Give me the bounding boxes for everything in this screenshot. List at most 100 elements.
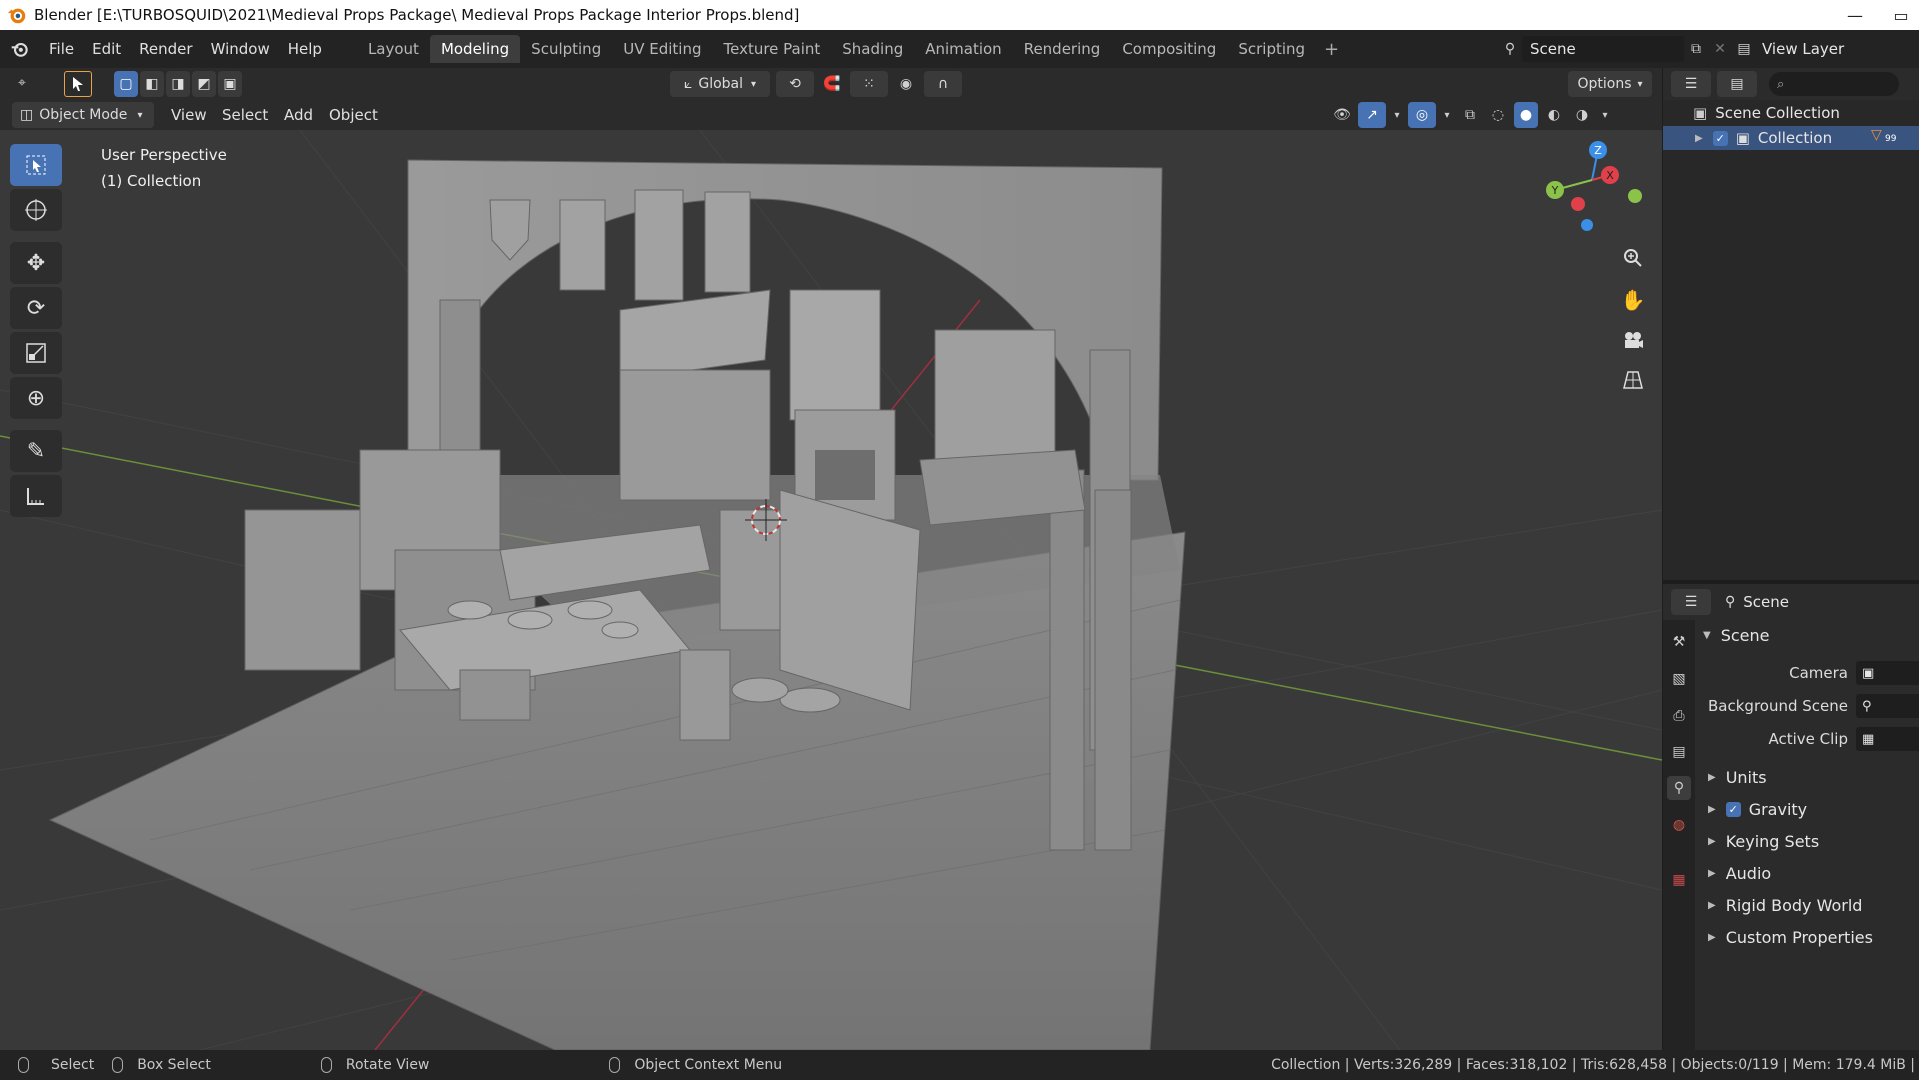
properties-editor-type-icon[interactable]: ☰ (1671, 589, 1711, 615)
scene-tab-icon[interactable]: ⚲ (1667, 776, 1691, 800)
chevron-down-icon[interactable]: ▾ (1598, 103, 1612, 127)
delete-scene-icon[interactable]: ✕ (1708, 37, 1732, 61)
chevron-down-icon[interactable]: ▾ (1390, 103, 1404, 127)
select-new-icon[interactable]: ▢ (114, 71, 138, 97)
zoom-icon[interactable] (1615, 240, 1651, 276)
pan-hand-icon[interactable]: ✋ (1615, 282, 1651, 318)
menu-help[interactable]: Help (279, 36, 331, 62)
select-intersect-icon[interactable]: ▣ (218, 71, 242, 97)
active-tool-icon[interactable] (64, 71, 92, 97)
view-layer-tab-icon[interactable]: ▤ (1667, 740, 1691, 764)
world-tab-icon[interactable]: ◍ (1667, 813, 1691, 837)
filter-funnel-icon[interactable]: ▽ (1871, 127, 1882, 143)
measure-tool-icon[interactable] (10, 475, 62, 517)
expand-triangle-icon[interactable]: ▶ (1695, 133, 1703, 144)
gizmo-toggle-icon[interactable]: ↗ (1358, 102, 1386, 128)
tab-rendering[interactable]: Rendering (1013, 35, 1112, 63)
select-box-tool-icon[interactable] (10, 144, 62, 186)
maximize-button[interactable]: ▭ (1878, 0, 1919, 30)
select-extend-icon[interactable]: ◧ (140, 71, 164, 97)
pivot-point-dropdown[interactable]: ⟲ (776, 71, 814, 97)
rendered-shading-icon[interactable]: ◑ (1570, 103, 1594, 127)
minimize-button[interactable]: — (1832, 0, 1878, 30)
panel-gravity[interactable]: ▶ ✓ Gravity (1708, 800, 1807, 819)
scale-tool-icon[interactable] (10, 332, 62, 374)
scene-selector-icon[interactable]: ⚲ (1498, 37, 1522, 61)
tab-animation[interactable]: Animation (914, 35, 1012, 63)
select-invert-icon[interactable]: ◩ (192, 71, 216, 97)
tab-scripting[interactable]: Scripting (1227, 35, 1316, 63)
camera-field[interactable]: ▣ (1856, 661, 1919, 685)
collection-row[interactable]: ▶ ✓ ▣ Collection ▽ 99 (1663, 126, 1919, 150)
snap-target-dropdown[interactable]: ⁙ (850, 71, 888, 97)
menu-view[interactable]: View (162, 102, 216, 128)
render-tab-icon[interactable]: ▧ (1667, 667, 1691, 691)
scene-collection-row[interactable]: ▣ Scene Collection (1693, 104, 1840, 122)
snap-toggle-icon[interactable]: 🧲 (820, 72, 844, 96)
scene-name-field[interactable]: Scene (1522, 36, 1684, 62)
blender-menu-icon[interactable] (0, 39, 40, 59)
3d-viewport[interactable]: User Perspective (1) Collection Z X Y ✋ (0, 130, 1662, 1050)
menu-window[interactable]: Window (202, 36, 279, 62)
tab-shading[interactable]: Shading (831, 35, 914, 63)
view-layer-icon[interactable]: ▤ (1732, 37, 1756, 61)
tab-sculpting[interactable]: Sculpting (520, 35, 612, 63)
gravity-checkbox[interactable]: ✓ (1725, 802, 1741, 817)
camera-view-icon[interactable] (1615, 322, 1651, 358)
collection-label: (1) Collection (101, 172, 202, 190)
panel-keying-sets[interactable]: ▶ Keying Sets (1708, 832, 1819, 851)
menu-select[interactable]: Select (213, 102, 277, 128)
collection-include-checkbox[interactable]: ✓ (1712, 130, 1728, 146)
visibility-icon[interactable]: 👁 (1330, 103, 1354, 127)
scene-section-header[interactable]: ▼ Scene (1703, 626, 1769, 645)
tab-texture-paint[interactable]: Texture Paint (712, 35, 831, 63)
editor-type-icon[interactable]: ⌖ (10, 71, 34, 95)
solid-shading-icon[interactable]: ● (1514, 102, 1538, 128)
rotate-tool-icon[interactable]: ⟳ (10, 287, 62, 329)
texture-tab-icon[interactable]: ▦ (1667, 868, 1691, 892)
panel-audio[interactable]: ▶ Audio (1708, 864, 1771, 883)
proportional-edit-icon[interactable]: ◉ (894, 72, 918, 96)
transform-tool-icon[interactable]: ⊕ (10, 377, 62, 419)
annotate-tool-icon[interactable]: ✎ (10, 430, 62, 472)
menu-file[interactable]: File (40, 36, 83, 62)
output-tab-icon[interactable]: ⎙ (1667, 704, 1691, 728)
panel-units[interactable]: ▶ Units (1708, 768, 1767, 787)
perspective-toggle-icon[interactable] (1615, 362, 1651, 398)
mode-dropdown[interactable]: ◫ Object Mode ▾ (12, 102, 154, 128)
tab-layout[interactable]: Layout (357, 35, 430, 63)
material-shading-icon[interactable]: ◐ (1542, 103, 1566, 127)
svg-text:X: X (1606, 169, 1614, 182)
panel-rigid-body-world[interactable]: ▶ Rigid Body World (1708, 896, 1862, 915)
select-subtract-icon[interactable]: ◨ (166, 71, 190, 97)
options-dropdown[interactable]: Options ▾ (1568, 71, 1652, 97)
cursor-tool-icon[interactable] (10, 189, 62, 231)
background-scene-field[interactable]: ⚲ (1856, 694, 1919, 718)
display-mode-icon[interactable]: ▤ (1717, 71, 1757, 97)
outliner-search-input[interactable]: ⌕ (1769, 72, 1899, 96)
tab-modeling[interactable]: Modeling (429, 35, 521, 63)
navigation-gizmo[interactable]: Z X Y (1530, 135, 1650, 235)
mouse-middle-icon (320, 1057, 332, 1073)
tab-compositing[interactable]: Compositing (1111, 35, 1227, 63)
overlays-toggle-icon[interactable]: ◎ (1408, 102, 1436, 128)
menu-object[interactable]: Object (320, 102, 387, 128)
status-box-select: Box Select (137, 1057, 211, 1073)
view-layer-name[interactable]: View Layer (1762, 40, 1844, 58)
add-workspace-button[interactable]: + (1316, 39, 1347, 60)
wireframe-shading-icon[interactable]: ◌ (1486, 103, 1510, 127)
tool-tab-icon[interactable]: ⚒ (1667, 630, 1691, 654)
tab-uv-editing[interactable]: UV Editing (612, 35, 712, 63)
falloff-dropdown[interactable]: ∩ (924, 71, 962, 97)
new-scene-icon[interactable]: ⧉ (1684, 37, 1708, 61)
active-clip-field[interactable]: ▦ (1856, 727, 1919, 751)
chevron-down-icon[interactable]: ▾ (1440, 103, 1454, 127)
menu-render[interactable]: Render (130, 36, 201, 62)
outliner-editor-type-icon[interactable]: ☰ (1671, 71, 1711, 97)
menu-edit[interactable]: Edit (83, 36, 130, 62)
transform-orientation-dropdown[interactable]: ⟀ Global ▾ (670, 71, 770, 97)
move-tool-icon[interactable]: ✥ (10, 242, 62, 284)
xray-toggle-icon[interactable]: ⧉ (1458, 103, 1482, 127)
menu-add[interactable]: Add (275, 102, 322, 128)
panel-custom-properties[interactable]: ▶ Custom Properties (1708, 928, 1873, 947)
